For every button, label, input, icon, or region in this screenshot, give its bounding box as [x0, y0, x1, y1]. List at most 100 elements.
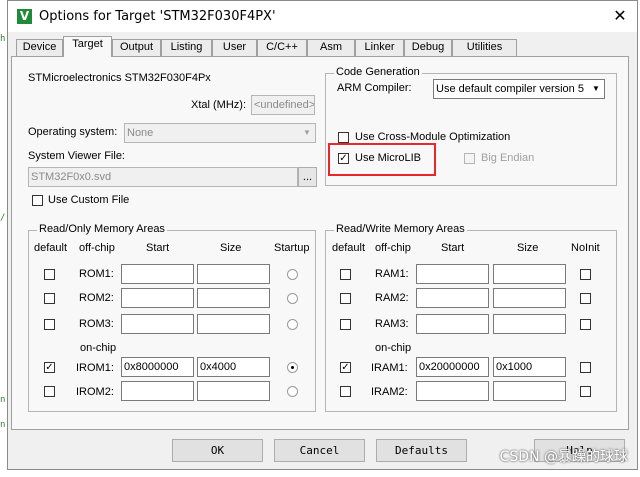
background-text-fragment: n — [0, 420, 6, 430]
xtal-input[interactable]: <undefined> — [251, 95, 315, 115]
iram2-noinit-checkbox[interactable] — [580, 386, 591, 397]
tab-linker[interactable]: Linker — [355, 39, 404, 56]
iram1-start-input[interactable]: 0x20000000 — [416, 357, 489, 377]
ram2-noinit-checkbox[interactable] — [580, 293, 591, 304]
os-select-value: None — [127, 127, 154, 139]
rom3-default-checkbox[interactable] — [44, 319, 55, 330]
svd-input[interactable]: STM32F0x0.svd — [28, 167, 298, 187]
irom2-start-input[interactable] — [121, 381, 194, 401]
ram2-default-checkbox[interactable] — [340, 293, 351, 304]
cancel-button[interactable]: Cancel — [274, 439, 365, 462]
iram2-label: IRAM2: — [371, 386, 408, 398]
background-text-fragment: n — [0, 395, 6, 405]
rom3-start-input[interactable] — [121, 314, 194, 334]
ram3-default-checkbox[interactable] — [340, 319, 351, 330]
arm-compiler-label: ARM Compiler: — [337, 82, 412, 94]
ram3-start-input[interactable] — [416, 314, 489, 334]
use-custom-file-label: Use Custom File — [48, 194, 130, 206]
tab-asm[interactable]: Asm — [307, 39, 355, 56]
rom3-startup-radio[interactable] — [287, 319, 298, 330]
iram1-default-checkbox[interactable]: ✓ — [340, 362, 351, 373]
ram2-start-input[interactable] — [416, 288, 489, 308]
ram1-size-input[interactable] — [493, 264, 566, 284]
check-icon: ✓ — [45, 362, 54, 373]
ram1-label: RAM1: — [375, 268, 409, 280]
rom1-start-input[interactable] — [121, 264, 194, 284]
rom1-size-input[interactable] — [197, 264, 270, 284]
arm-compiler-select[interactable]: Use default compiler version 5 ▼ — [433, 79, 605, 99]
background-text-fragment: h — [0, 34, 6, 44]
ram3-noinit-checkbox[interactable] — [580, 319, 591, 330]
close-icon[interactable]: ✕ — [608, 5, 632, 27]
ram1-default-checkbox[interactable] — [340, 269, 351, 280]
chevron-down-icon: ▼ — [303, 128, 311, 137]
iram1-size-input[interactable]: 0x1000 — [493, 357, 566, 377]
big-endian-checkbox[interactable] — [464, 153, 475, 164]
rom1-label: ROM1: — [79, 268, 114, 280]
highlight-annotation — [328, 143, 436, 176]
rom2-start-input[interactable] — [121, 288, 194, 308]
chevron-down-icon: ▼ — [592, 84, 600, 93]
rom2-label: ROM2: — [79, 292, 114, 304]
ram2-size-input[interactable] — [493, 288, 566, 308]
rom-header-startup: Startup — [274, 242, 310, 254]
tab-device[interactable]: Device — [16, 39, 63, 56]
tab-listing[interactable]: Listing — [161, 39, 212, 56]
window-title: Options for Target 'STM32F030F4PX' — [39, 9, 276, 24]
svd-browse-button[interactable]: ... — [298, 167, 317, 187]
iram2-start-input[interactable] — [416, 381, 489, 401]
rom2-size-input[interactable] — [197, 288, 270, 308]
rom-header-default: default — [34, 242, 68, 254]
irom1-size-input[interactable]: 0x4000 — [197, 357, 270, 377]
check-icon: ✓ — [341, 362, 350, 373]
rom-header-start: Start — [146, 242, 170, 254]
os-label: Operating system: — [28, 126, 118, 138]
tab-utilities[interactable]: Utilities — [452, 39, 517, 56]
ram-onchip-label: on-chip — [375, 342, 412, 354]
cross-module-checkbox[interactable] — [338, 132, 349, 143]
tab-target[interactable]: Target — [63, 36, 112, 57]
ram-header-start: Start — [441, 242, 465, 254]
tab-debug[interactable]: Debug — [404, 39, 452, 56]
irom2-size-input[interactable] — [197, 381, 270, 401]
rom2-default-checkbox[interactable] — [44, 293, 55, 304]
rom2-startup-radio[interactable] — [287, 293, 298, 304]
irom1-start-input[interactable]: 0x8000000 — [121, 357, 194, 377]
iram1-label: IRAM1: — [371, 362, 408, 374]
irom1-default-checkbox[interactable]: ✓ — [44, 362, 55, 373]
rom1-default-checkbox[interactable] — [44, 269, 55, 280]
ram-header-noinit: NoInit — [571, 242, 600, 254]
rom1-startup-radio[interactable] — [287, 269, 298, 280]
ram2-label: RAM2: — [375, 292, 409, 304]
defaults-button[interactable]: Defaults — [376, 439, 467, 462]
irom1-label: IROM1: — [76, 362, 114, 374]
rom-header-size: Size — [220, 242, 242, 254]
os-select[interactable]: None ▼ — [124, 123, 316, 143]
iram2-size-input[interactable] — [493, 381, 566, 401]
ram-header-default: default — [332, 242, 366, 254]
ram-header-offchip: off-chip — [375, 242, 411, 254]
use-custom-file-checkbox[interactable] — [32, 195, 43, 206]
irom2-startup-radio[interactable] — [287, 386, 298, 397]
tab-output[interactable]: Output — [112, 39, 161, 56]
irom2-default-checkbox[interactable] — [44, 386, 55, 397]
watermark: CSDN @暴躁的球球 — [499, 449, 628, 465]
readonly-memory-legend: Read/Only Memory Areas — [37, 223, 167, 235]
tab-c-cpp[interactable]: C/C++ — [257, 39, 307, 56]
title-bar[interactable]: V Options for Target 'STM32F030F4PX' ✕ — [8, 1, 637, 32]
ram-header-size: Size — [517, 242, 539, 254]
tab-user[interactable]: User — [212, 39, 257, 56]
irom1-startup-radio[interactable] — [287, 362, 298, 373]
ram1-start-input[interactable] — [416, 264, 489, 284]
ram3-label: RAM3: — [375, 318, 409, 330]
iram1-noinit-checkbox[interactable] — [580, 362, 591, 373]
readwrite-memory-legend: Read/Write Memory Areas — [334, 223, 467, 235]
arm-compiler-value: Use default compiler version 5 — [436, 83, 584, 95]
ram3-size-input[interactable] — [493, 314, 566, 334]
ok-button[interactable]: OK — [172, 439, 263, 462]
iram2-default-checkbox[interactable] — [340, 386, 351, 397]
rom3-size-input[interactable] — [197, 314, 270, 334]
ram1-noinit-checkbox[interactable] — [580, 269, 591, 280]
cross-module-label: Use Cross-Module Optimization — [355, 131, 511, 143]
rom-onchip-label: on-chip — [80, 342, 117, 354]
